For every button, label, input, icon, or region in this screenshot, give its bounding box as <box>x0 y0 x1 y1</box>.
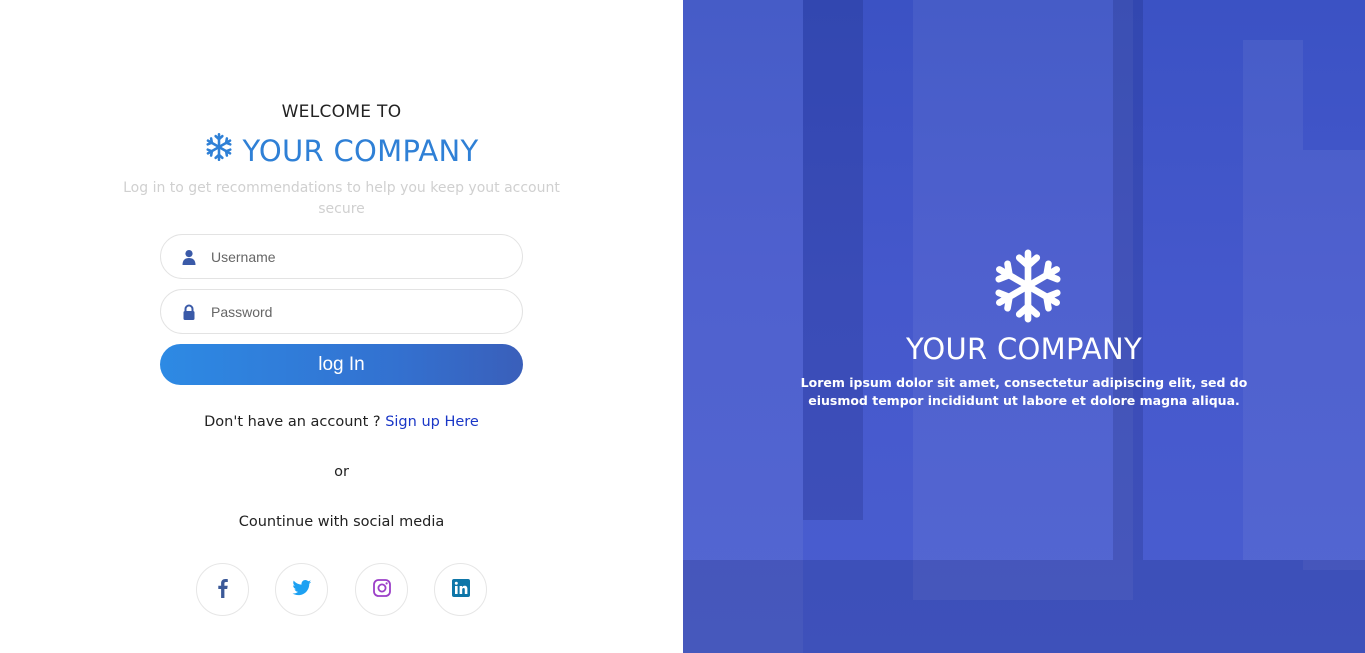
facebook-button[interactable] <box>196 563 249 616</box>
snowflake-icon <box>204 132 234 169</box>
linkedin-button[interactable] <box>434 563 487 616</box>
linkedin-icon <box>451 578 471 602</box>
building-silhouette <box>1113 0 1143 560</box>
instagram-button[interactable] <box>355 563 408 616</box>
social-title: Countinue with social media <box>238 514 445 530</box>
instagram-icon <box>372 578 392 602</box>
lock-icon <box>181 304 197 320</box>
or-divider: or <box>334 464 349 480</box>
no-account-text: Don't have an account ? <box>204 414 386 430</box>
street-ground <box>683 560 1365 653</box>
password-input[interactable] <box>211 303 522 320</box>
building-silhouette <box>1243 40 1303 560</box>
welcome-heading: WELCOME TO <box>281 102 402 122</box>
facebook-icon <box>213 578 233 602</box>
password-field[interactable] <box>160 289 523 334</box>
hero-description: Lorem ipsum dolor sit amet, consectetur … <box>800 375 1248 408</box>
user-icon <box>181 249 197 265</box>
signup-link[interactable]: Sign up Here <box>385 414 479 430</box>
hero-panel: YOUR COMPANY Lorem ipsum dolor sit amet,… <box>683 0 1365 653</box>
hero-company-name: YOUR COMPANY <box>905 332 1143 366</box>
username-input[interactable] <box>211 248 522 265</box>
twitter-icon <box>291 578 312 602</box>
login-button[interactable]: log In <box>160 344 523 385</box>
company-brand: YOUR COMPANY <box>0 132 683 169</box>
twitter-button[interactable] <box>275 563 328 616</box>
building-silhouette <box>683 0 803 653</box>
login-subtitle: Log in to get recommendations to help yo… <box>123 180 560 217</box>
snowflake-icon <box>995 249 1061 323</box>
signup-prompt: Don't have an account ? Sign up Here <box>0 414 683 430</box>
login-panel: WELCOME TO YOUR COMPANY Log in to get re… <box>0 0 683 653</box>
building-silhouette <box>803 0 863 520</box>
company-name: YOUR COMPANY <box>242 133 479 168</box>
username-field[interactable] <box>160 234 523 279</box>
